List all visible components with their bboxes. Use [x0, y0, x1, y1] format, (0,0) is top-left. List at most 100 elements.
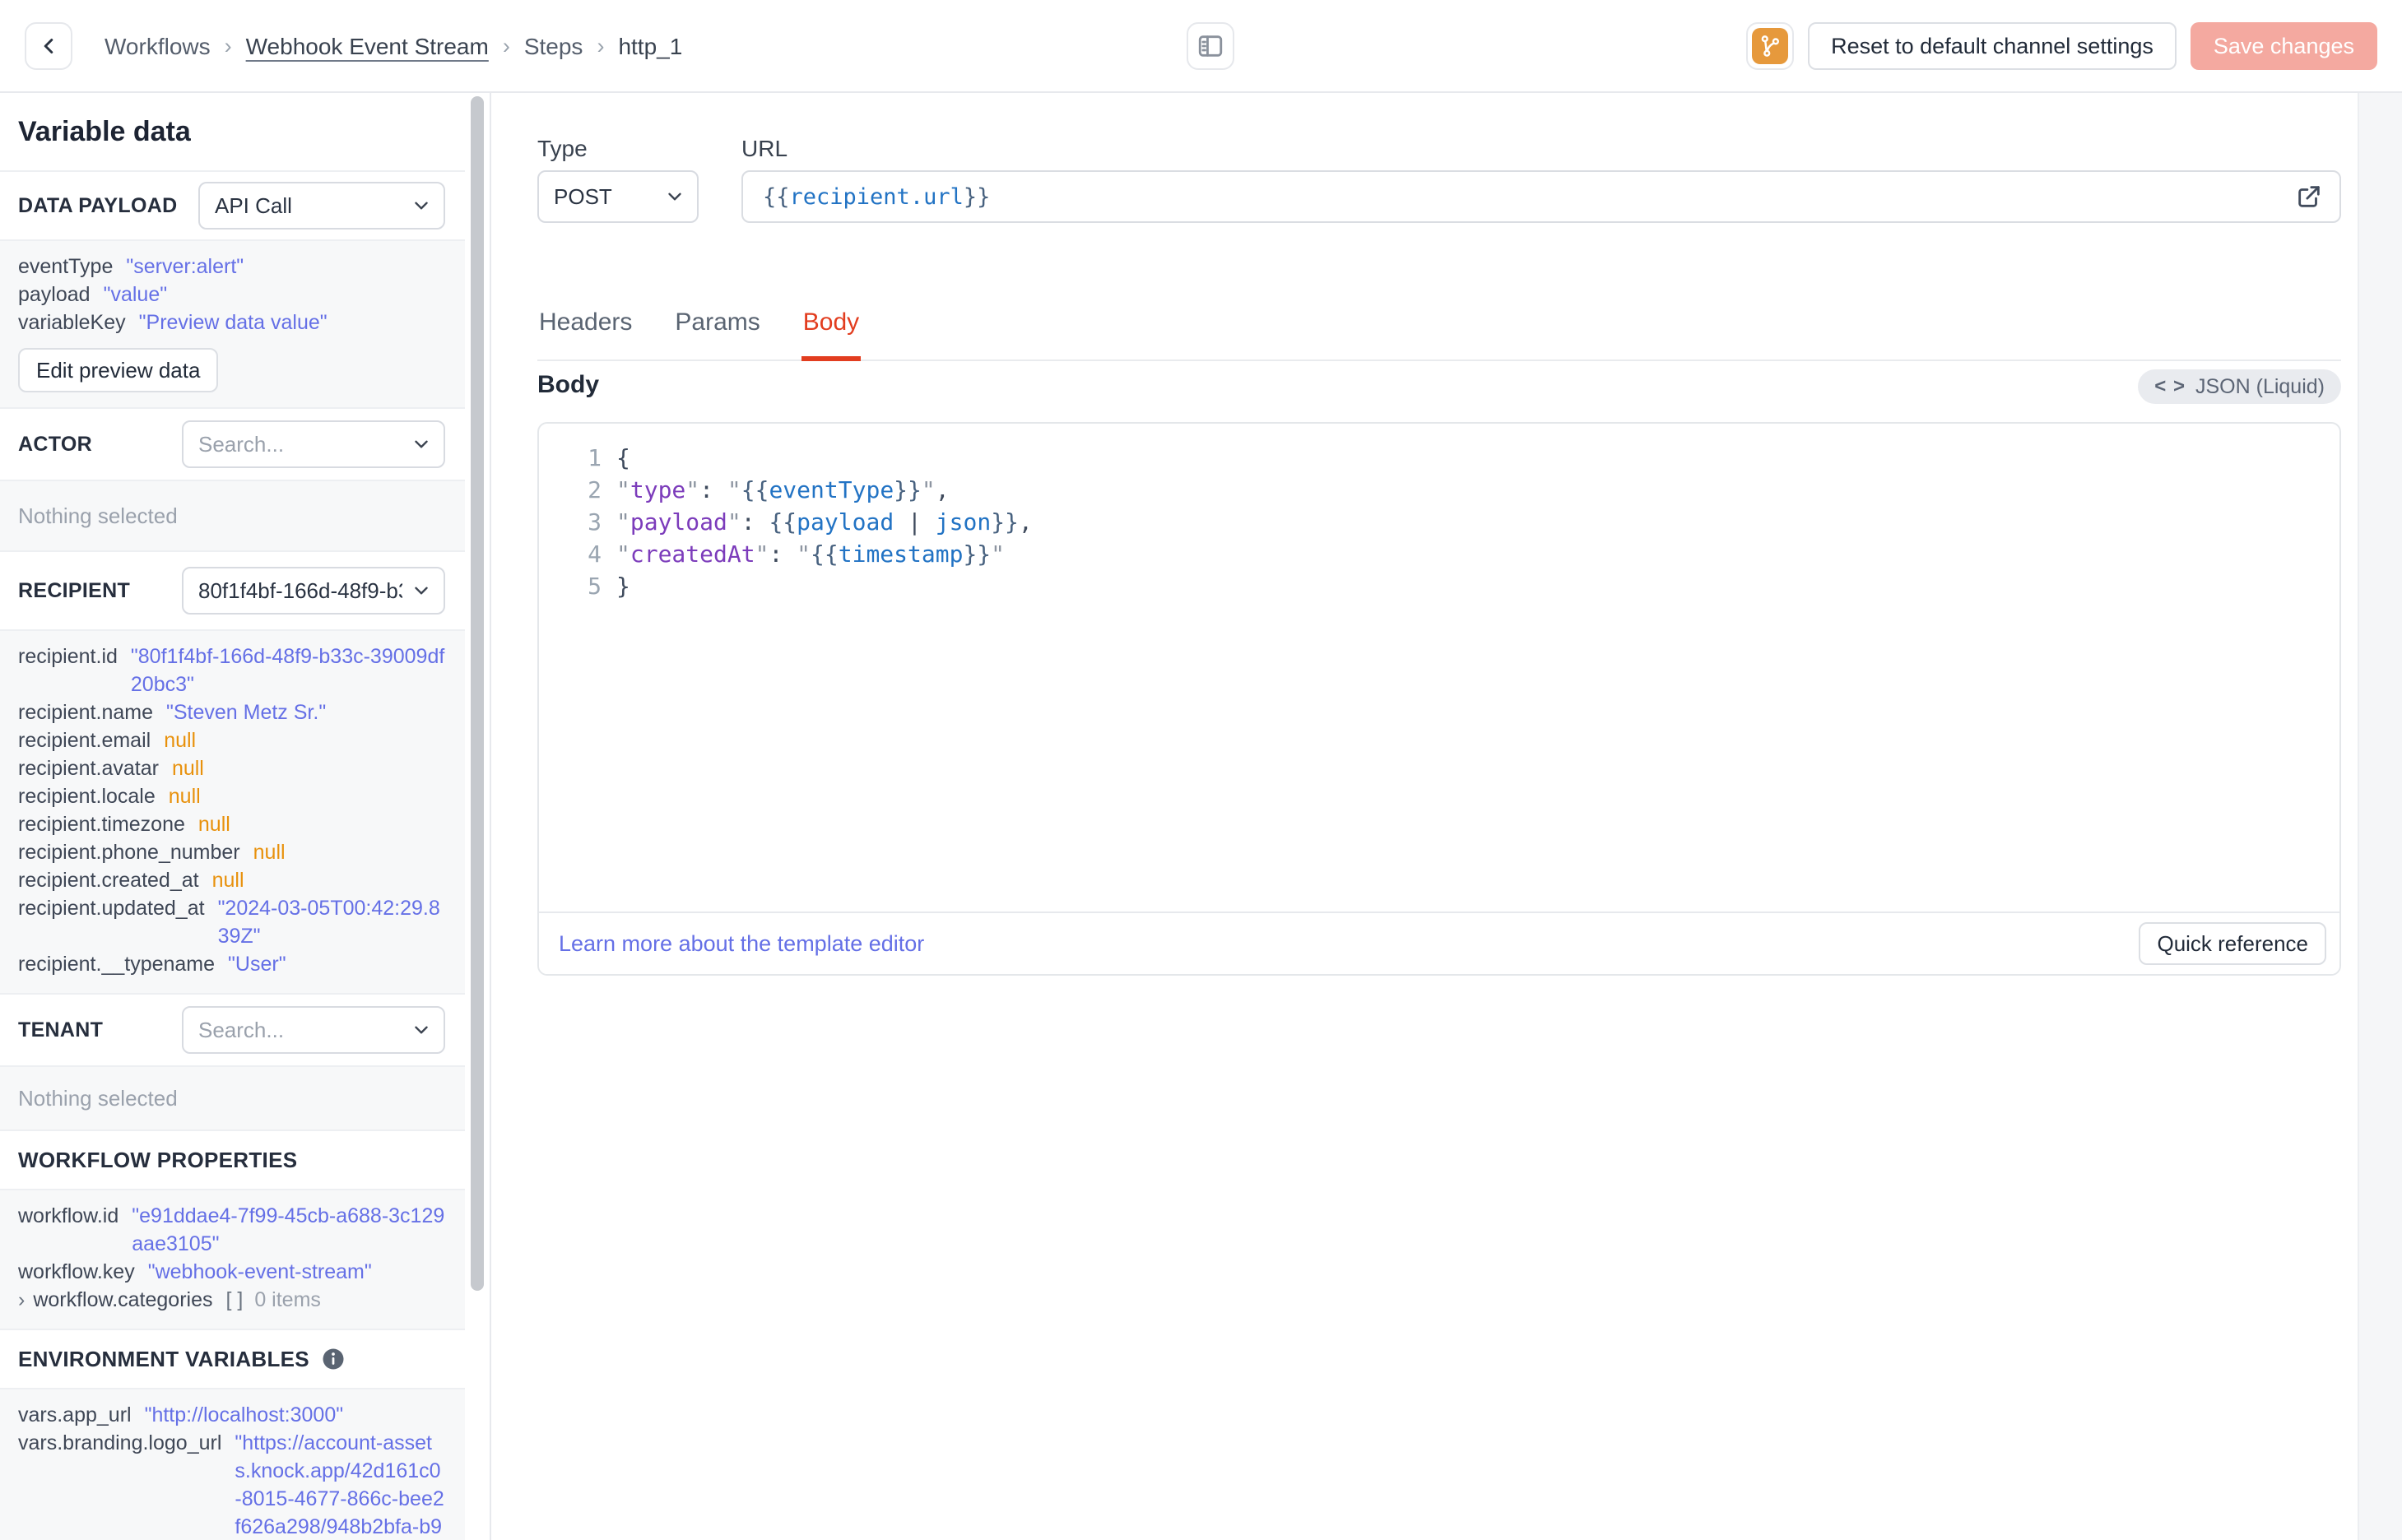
environment-variables-heading: ENVIRONMENT VARIABLES: [0, 1330, 465, 1389]
code-token: ,: [935, 476, 950, 503]
request-tabs: Headers Params Body: [537, 308, 2341, 361]
template-editor-docs-link[interactable]: Learn more about the template editor: [559, 931, 924, 957]
tab-headers[interactable]: Headers: [537, 308, 634, 361]
code-token: }}: [894, 476, 922, 503]
kv-row: recipient.updated_at "2024-03-05T00:42:29…: [18, 894, 445, 950]
kv-value: null: [211, 869, 244, 892]
kv-key: recipient.__typename: [18, 953, 216, 976]
code-token: recipient.url: [789, 183, 964, 210]
code-token: {{: [811, 540, 839, 568]
kv-value: "e91ddae4-7f99-45cb-a688-3c129aae3105": [132, 1204, 445, 1255]
kv-row: eventType "server:alert": [18, 253, 445, 281]
breadcrumb-separator: ›: [224, 34, 232, 58]
actor-empty-state: Nothing selected: [0, 481, 465, 552]
workflow-properties-heading: WORKFLOW PROPERTIES: [0, 1131, 465, 1190]
data-payload-select[interactable]: API Call: [198, 182, 445, 230]
kv-value: [ ]: [225, 1288, 244, 1311]
kv-value: null: [164, 729, 197, 752]
code-token: createdAt: [630, 540, 755, 568]
code-token: ": [616, 540, 630, 568]
workflow-properties-title: WORKFLOW PROPERTIES: [18, 1147, 298, 1172]
code-token: {{: [769, 508, 797, 536]
main-scroll-gutter: [2358, 93, 2402, 1540]
commit-status-button[interactable]: [1746, 22, 1795, 70]
kv-key: recipient.updated_at: [18, 897, 205, 920]
kv-row: › workflow.categories [ ] 0 items: [18, 1286, 445, 1314]
code-line: 5}: [539, 570, 2339, 602]
breadcrumb-item[interactable]: Webhook Event Stream: [246, 34, 489, 60]
body-editor-panel: 1{2 "type": "{{eventType}}", 3 "payload": {…: [537, 422, 2341, 976]
type-label: Type: [537, 136, 588, 161]
code-token: ": [616, 508, 630, 536]
caret-right-icon[interactable]: ›: [18, 1286, 25, 1314]
quick-reference-button[interactable]: Quick reference: [2139, 922, 2326, 965]
kv-key: recipient.avatar: [18, 757, 159, 780]
actor-label: ACTOR: [18, 432, 92, 456]
kv-row: recipient.phone_number null: [18, 838, 445, 866]
tab-params[interactable]: Params: [673, 308, 761, 361]
kv-value: "Steven Metz Sr.": [165, 701, 327, 724]
url-input[interactable]: {{recipient.url}}: [741, 170, 2341, 223]
kv-row: variableKey "Preview data value": [18, 308, 445, 336]
code-token: }}: [963, 540, 992, 568]
kv-row: recipient.__typename "User": [18, 950, 445, 978]
edit-preview-data-button[interactable]: Edit preview data: [18, 348, 219, 392]
kv-value: null: [197, 813, 230, 836]
kv-key: recipient.id: [18, 645, 118, 668]
actor-empty-text: Nothing selected: [18, 503, 178, 528]
kv-key: recipient.timezone: [18, 813, 185, 836]
actor-row: ACTOR Search...: [0, 409, 465, 481]
actor-search-select[interactable]: Search...: [182, 420, 445, 468]
sidebar-scrollbar-thumb[interactable]: [471, 96, 484, 1291]
tab-body[interactable]: Body: [801, 308, 862, 361]
reset-default-settings-button[interactable]: Reset to default channel settings: [1808, 22, 2177, 70]
code-token: |: [894, 508, 936, 536]
chevron-down-icon: [415, 1026, 428, 1034]
url-label: URL: [741, 136, 788, 161]
app-window: Workflows › Webhook Event Stream › Steps › htt…: [0, 0, 2402, 1540]
http-method-value: POST: [554, 183, 612, 209]
kv-value: "server:alert": [126, 255, 244, 278]
sidebar-panel-icon: [1198, 35, 1223, 57]
panel-toggle-button[interactable]: [1187, 22, 1234, 70]
external-link-icon[interactable]: [2295, 183, 2323, 211]
kv-key: workflow.key: [18, 1260, 135, 1283]
kv-key: recipient.email: [18, 729, 151, 752]
editor-footer: Learn more about the template editor Qui…: [539, 911, 2339, 974]
kv-key: recipient.locale: [18, 785, 156, 808]
recipient-select[interactable]: 80f1f4bf-166d-48f9-b33c: [182, 567, 445, 615]
code-token: payload: [797, 508, 894, 536]
language-badge-text: JSON (Liquid): [2195, 374, 2325, 398]
tenant-search-select[interactable]: Search...: [182, 1006, 445, 1054]
kv-key: variableKey: [18, 311, 126, 334]
kv-key: recipient.name: [18, 701, 153, 724]
kv-value: null: [168, 785, 201, 808]
line-number: 1: [588, 444, 602, 471]
line-number: 4: [588, 540, 602, 568]
info-icon[interactable]: [321, 1347, 346, 1371]
code-line: 1{: [539, 442, 2339, 474]
code-token: }}: [963, 183, 991, 210]
url-value: {{recipient.url}}: [763, 184, 990, 210]
environment-variables-panel: vars.app_url "http://localhost:3000" vars.…: [0, 1389, 465, 1540]
git-branch-icon: [1752, 28, 1789, 64]
line-number: 3: [588, 508, 602, 536]
line-number: 5: [588, 573, 602, 600]
code-editor[interactable]: 1{2 "type": "{{eventType}}", 3 "payload": {…: [539, 424, 2339, 911]
code-token: }}: [991, 508, 1019, 536]
code-text: "createdAt": "{{timestamp}}": [616, 540, 1005, 568]
http-method-select[interactable]: POST: [537, 170, 699, 223]
code-token: {{: [763, 183, 790, 210]
preview-data-panel: eventType "server:alert" payload "value" var…: [0, 241, 465, 409]
back-button[interactable]: [25, 22, 72, 70]
variable-data-sidebar: Variable data DATA PAYLOAD API Call even…: [0, 93, 491, 1540]
code-token: timestamp: [838, 540, 964, 568]
chevron-left-icon: [44, 39, 53, 53]
save-changes-button[interactable]: Save changes: [2190, 22, 2377, 70]
actor-search-placeholder: Search...: [198, 431, 285, 457]
recipient-selected-value: 80f1f4bf-166d-48f9-b33c: [198, 578, 402, 603]
code-token: :: [699, 476, 727, 503]
tenant-empty-text: Nothing selected: [18, 1085, 178, 1111]
kv-row: recipient.locale null: [18, 782, 445, 810]
kv-value: "http://localhost:3000": [144, 1403, 344, 1426]
